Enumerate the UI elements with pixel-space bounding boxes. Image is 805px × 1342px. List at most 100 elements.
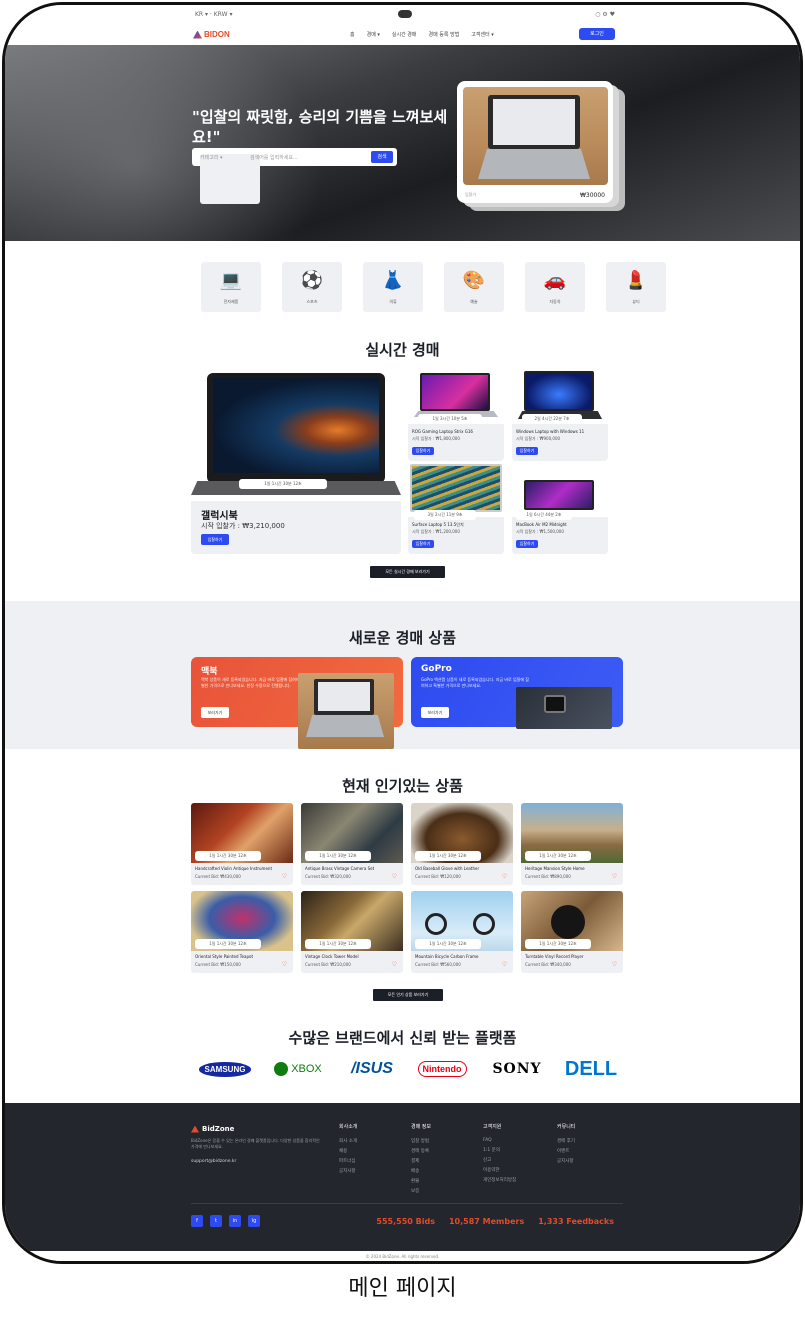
search-button[interactable]: 검색 — [371, 151, 393, 163]
search-category-select[interactable]: 카테고리 ▾ — [200, 154, 260, 204]
popular-item-card[interactable]: 1일 1시간 30분 12초 Vintage Clock Tower Model… — [301, 891, 403, 973]
product-image — [408, 462, 504, 517]
nav-item-guide[interactable]: 경매 등록 방법 — [429, 31, 460, 38]
footer-logo[interactable]: BidZone — [191, 1125, 234, 1133]
product-price: 시작 입찰가 : ₩1,800,000 — [412, 436, 460, 441]
popular-item-card[interactable]: 1일 1시간 30분 12초 Mountain Bicycle Carbon F… — [411, 891, 513, 973]
promo-button[interactable]: 보러가기 — [421, 707, 449, 718]
live-item-card[interactable]: 3일 2시간 11분 9초 Surface Laptop 5 13.5인치 시작… — [408, 462, 504, 554]
footer-link[interactable]: 보증 — [411, 1188, 431, 1194]
category-sports[interactable]: ⚽ 스포츠 — [282, 262, 342, 312]
main-nav: BIDON 홈 경매 ▾ 실시간 경매 경매 등록 방법 고객센터 ▾ 로그인 — [5, 25, 800, 45]
footer-link[interactable]: 1:1 문의 — [483, 1147, 516, 1153]
view-all-live-button[interactable]: 모든 실시간 경매 보러가기 — [370, 566, 445, 578]
product-title: ROG Gaming Laptop Strix G16 — [412, 429, 473, 434]
promo-image — [516, 687, 612, 729]
promo-button[interactable]: 보러가기 — [201, 707, 229, 718]
stat-bids: 555,550 Bids — [376, 1217, 435, 1226]
bid-button[interactable]: 입찰하기 — [516, 447, 538, 455]
bid-button[interactable]: 입찰하기 — [412, 447, 434, 455]
heart-icon[interactable]: ♡ — [612, 961, 617, 968]
footer-column-auction: 경매 정보 입찰 방법 경매 등록 결제 배송 환불 보증 — [411, 1124, 431, 1194]
heart-icon[interactable]: ♡ — [392, 873, 397, 880]
nav-item-live[interactable]: 실시간 경매 — [392, 31, 417, 38]
toggle-icon[interactable] — [398, 10, 412, 18]
live-item-card[interactable]: 2일 4시간 22분 7초 Windows Laptop with Window… — [512, 369, 608, 461]
top-icons[interactable]: ○ ⚙ ♥ — [595, 11, 615, 18]
instagram-icon[interactable]: ig — [248, 1215, 260, 1227]
category-car[interactable]: 🚗 자동차 — [525, 262, 585, 312]
xbox-logo: XBOX — [291, 1063, 322, 1075]
hero-card-price: ₩30000 — [579, 192, 605, 199]
featured-product-bid: 시작 입찰가 : ₩3,210,000 — [201, 522, 285, 530]
site-logo[interactable]: BIDON — [193, 30, 230, 39]
heart-icon[interactable]: ♡ — [502, 873, 507, 880]
heart-icon[interactable]: ♡ — [392, 961, 397, 968]
hero-card-label: 입찰가 — [465, 192, 477, 197]
footer-link[interactable]: 경매 등록 — [411, 1148, 431, 1154]
product-title: Turntable Vinyl Record Player — [525, 954, 584, 959]
nav-item-auction[interactable]: 경매 ▾ — [367, 31, 380, 38]
product-title: Handcrafted Violin Antique Instrument — [195, 866, 273, 871]
view-all-popular-button[interactable]: 모든 인기 상품 보러가기 — [373, 989, 443, 1001]
footer-link[interactable]: FAQ — [483, 1138, 516, 1143]
promo-card-macbook[interactable]: 맥북 맥북 상품이 새로 등록되었습니다. 지금 바로 입찰에 참여하고 특별한… — [191, 657, 403, 749]
live-item-card[interactable]: 1일 6시간 44분 2초 MacBook Air M2 Midnight 시작… — [512, 462, 608, 554]
search-input[interactable]: 검색어를 입력하세요... — [250, 154, 298, 161]
category-clothing[interactable]: 👗 의류 — [363, 262, 423, 312]
category-beauty[interactable]: 💄 뷰티 — [606, 262, 666, 312]
bid-button[interactable]: 입찰하기 — [516, 540, 538, 548]
footer-link[interactable]: 결제 — [411, 1158, 431, 1164]
hero-banner: "입찰의 짜릿함, 승리의 기쁨을 느껴보세요!" 카테고리 ▾ 검색어를 입력… — [5, 45, 800, 241]
footer-link[interactable]: 배송 — [411, 1168, 431, 1174]
popular-item-card[interactable]: 1일 1시간 30분 12초 Heritage Mansion Style Ho… — [521, 803, 623, 885]
footer-link[interactable]: 신고 — [483, 1157, 516, 1163]
category-electronics[interactable]: 💻 전자제품 — [201, 262, 261, 312]
footer: BidZone BidZone은 믿을 수 있는 온라인 경매 플랫폼입니다. … — [5, 1103, 800, 1251]
footer-link[interactable]: 개인정보처리방침 — [483, 1177, 516, 1183]
footer-link[interactable]: 경매 후기 — [557, 1138, 575, 1144]
facebook-icon[interactable]: f — [191, 1215, 203, 1227]
footer-link[interactable]: 공지사항 — [339, 1168, 357, 1174]
category-art[interactable]: 🎨 예술 — [444, 262, 504, 312]
footer-link[interactable]: 회사 소개 — [339, 1138, 357, 1144]
heart-icon[interactable]: ♡ — [282, 961, 287, 968]
search-bar[interactable]: 카테고리 ▾ 검색어를 입력하세요... 검색 — [192, 148, 397, 204]
heart-icon[interactable]: ♡ — [502, 961, 507, 968]
twitter-icon[interactable]: t — [210, 1215, 222, 1227]
login-button[interactable]: 로그인 — [579, 28, 615, 40]
heart-icon[interactable]: ♡ — [612, 873, 617, 880]
popular-item-card[interactable]: 1일 1시간 30분 12초 Old Baseball Glove with L… — [411, 803, 513, 885]
footer-link[interactable]: 파트너십 — [339, 1158, 357, 1164]
footer-email[interactable]: support@bidzone.kr — [191, 1159, 236, 1164]
promo-desc: GoPro 액션캠 상품이 새로 등록되었습니다. 지금 바로 입찰에 참여하고… — [421, 677, 529, 688]
popular-item-card[interactable]: 1일 1시간 30분 12초 Oriental Style Painted Te… — [191, 891, 293, 973]
product-price: Current Bid: ₩560,000 — [415, 962, 461, 967]
footer-link[interactable]: 이용약관 — [483, 1167, 516, 1173]
footer-link[interactable]: 환불 — [411, 1178, 431, 1184]
bid-button[interactable]: 입찰하기 — [412, 540, 434, 548]
locale-selector[interactable]: KR ▾ · KRW ▾ — [195, 11, 232, 18]
popular-item-card[interactable]: 1일 1시간 30분 12초 Antique Brass Vintage Cam… — [301, 803, 403, 885]
nav-item-home[interactable]: 홈 — [350, 31, 355, 38]
hero-product-card[interactable]: 입찰가 ₩30000 — [457, 81, 613, 203]
product-title: Surface Laptop 5 13.5인치 — [412, 522, 464, 527]
promo-card-gopro[interactable]: GoPro GoPro 액션캠 상품이 새로 등록되었습니다. 지금 바로 입찰… — [411, 657, 623, 729]
nav-item-support[interactable]: 고객센터 ▾ — [471, 31, 494, 38]
popular-item-card[interactable]: 1일 1시간 30분 12초 Handcrafted Violin Antiqu… — [191, 803, 293, 885]
product-price: 시작 입찰가 : ₩900,000 — [516, 436, 561, 441]
bid-button[interactable]: 입찰하기 — [201, 534, 229, 545]
footer-link[interactable]: 채용 — [339, 1148, 357, 1154]
footer-description: BidZone은 믿을 수 있는 온라인 경매 플랫폼입니다. 다양한 상품을 … — [191, 1138, 320, 1149]
footer-column-support: 고객지원 FAQ 1:1 문의 신고 이용약관 개인정보처리방침 — [483, 1124, 517, 1183]
linkedin-icon[interactable]: in — [229, 1215, 241, 1227]
popular-item-card[interactable]: 1일 1시간 30분 12초 Turntable Vinyl Record Pl… — [521, 891, 623, 973]
footer-link[interactable]: 공지사항 — [557, 1158, 575, 1164]
live-item-card[interactable]: 1일 3시간 10분 5초 ROG Gaming Laptop Strix G1… — [408, 369, 504, 461]
heart-icon[interactable]: ♡ — [282, 873, 287, 880]
auction-timer: 1일 1시간 30분 12초 — [239, 479, 327, 489]
footer-link[interactable]: 이벤트 — [557, 1148, 575, 1154]
featured-auction-card[interactable]: 1일 1시간 30분 12초 갤럭시북 시작 입찰가 : ₩3,210,000 … — [191, 369, 401, 554]
page-frame: KR ▾ · KRW ▾ ○ ⚙ ♥ BIDON 홈 경매 ▾ 실시간 경매 경… — [2, 2, 803, 1264]
footer-link[interactable]: 입찰 방법 — [411, 1138, 431, 1144]
